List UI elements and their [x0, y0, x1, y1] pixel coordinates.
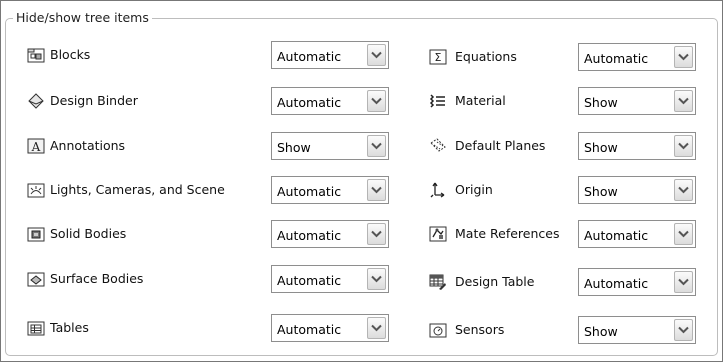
- tree-item-row: Material Show: [1, 87, 716, 115]
- dropdown-arrow-button[interactable]: [674, 223, 693, 245]
- design-table-visibility-dropdown[interactable]: Automatic: [578, 268, 696, 296]
- material-visibility-dropdown[interactable]: Show: [578, 87, 696, 115]
- default-planes-icon: [429, 137, 447, 155]
- dropdown-value: Show: [584, 140, 618, 155]
- dropdown-arrow-button[interactable]: [674, 319, 693, 341]
- tree-item-row: Origin Show: [1, 176, 716, 204]
- chevron-down-icon: [678, 278, 689, 286]
- chevron-down-icon: [678, 53, 689, 61]
- tree-item-label: Sensors: [455, 322, 505, 337]
- tree-item-row: Sensors Show: [1, 316, 716, 344]
- origin-visibility-dropdown[interactable]: Show: [578, 176, 696, 204]
- tree-item-row: Design Table Automatic: [1, 268, 716, 296]
- dropdown-arrow-button[interactable]: [674, 46, 693, 68]
- chevron-down-icon: [678, 230, 689, 238]
- tree-item-label: Design Table: [455, 274, 535, 289]
- dropdown-arrow-button[interactable]: [674, 179, 693, 201]
- options-panel: Hide/show tree items Blocks Automatic De…: [0, 0, 723, 362]
- svg-text:Σ: Σ: [435, 51, 442, 64]
- tree-item-label: Equations: [455, 49, 517, 64]
- chevron-down-icon: [678, 142, 689, 150]
- design-table-icon: [429, 273, 447, 291]
- dropdown-value: Automatic: [584, 51, 649, 66]
- tree-item-row: Σ Equations Automatic: [1, 43, 716, 71]
- equations-icon: Σ: [429, 48, 447, 66]
- sensors-icon: [429, 321, 447, 339]
- chevron-down-icon: [678, 186, 689, 194]
- dropdown-value: Automatic: [584, 276, 649, 291]
- dropdown-value: Show: [584, 95, 618, 110]
- chevron-down-icon: [678, 97, 689, 105]
- mate-references-icon: [429, 225, 447, 243]
- default-planes-visibility-dropdown[interactable]: Show: [578, 132, 696, 160]
- mate-references-visibility-dropdown[interactable]: Automatic: [578, 220, 696, 248]
- dropdown-arrow-button[interactable]: [674, 135, 693, 157]
- dropdown-value: Show: [584, 184, 618, 199]
- tree-item-label: Origin: [455, 182, 493, 197]
- tree-item-label: Mate References: [455, 226, 560, 241]
- tree-item-row: Default Planes Show: [1, 132, 716, 160]
- group-title: Hide/show tree items: [13, 10, 152, 26]
- tree-item-label: Material: [455, 93, 506, 108]
- dropdown-value: Show: [584, 324, 618, 339]
- sensors-visibility-dropdown[interactable]: Show: [578, 316, 696, 344]
- chevron-down-icon: [678, 326, 689, 334]
- dropdown-arrow-button[interactable]: [674, 90, 693, 112]
- equations-visibility-dropdown[interactable]: Automatic: [578, 43, 696, 71]
- tree-item-row: Mate References Automatic: [1, 220, 716, 248]
- dropdown-arrow-button[interactable]: [674, 271, 693, 293]
- origin-icon: [429, 181, 447, 199]
- tree-item-label: Default Planes: [455, 138, 546, 153]
- dropdown-value: Automatic: [584, 228, 649, 243]
- material-icon: [429, 92, 447, 110]
